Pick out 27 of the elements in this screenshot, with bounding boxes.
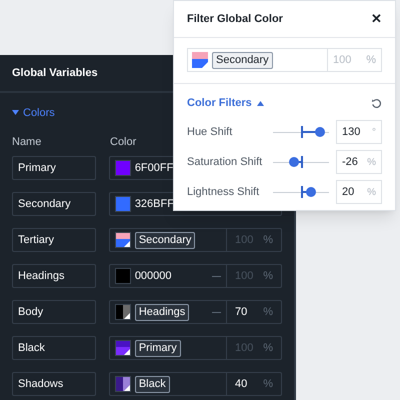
unit-label: ° (372, 126, 376, 140)
opacity-value: 70 (235, 304, 248, 320)
slider-label: Saturation Shift (187, 154, 264, 170)
unit-label: % (367, 156, 376, 170)
variable-tag: Primary (134, 340, 181, 356)
unit-label: % (366, 52, 376, 68)
variable-tag: Headings (134, 304, 190, 320)
variable-tag: Secondary (134, 232, 196, 248)
panel-title: Global Variables (12, 66, 98, 81)
hex-value: 6F00FF (134, 160, 174, 176)
column-header: Name (12, 134, 42, 150)
unit-label: % (263, 376, 273, 392)
slider-label: Hue Shift (187, 124, 234, 140)
variable-tag: Secondary (212, 52, 273, 68)
slider-label: Lightness Shift (187, 184, 260, 200)
unit-label: % (263, 340, 273, 356)
variable-tag: Black (134, 376, 170, 392)
unit-label: % (263, 304, 273, 320)
popup-title: Filter Global Color (187, 12, 283, 27)
hex-value: 000000 (134, 268, 172, 284)
opacity-value: 100 (333, 52, 352, 68)
unit-label: % (263, 232, 273, 248)
hex-value: 326BFF (134, 196, 174, 212)
unit-label: % (263, 268, 273, 284)
opacity-value: 40 (235, 376, 248, 392)
column-header: Color (110, 134, 136, 150)
unit-label: % (367, 186, 376, 200)
